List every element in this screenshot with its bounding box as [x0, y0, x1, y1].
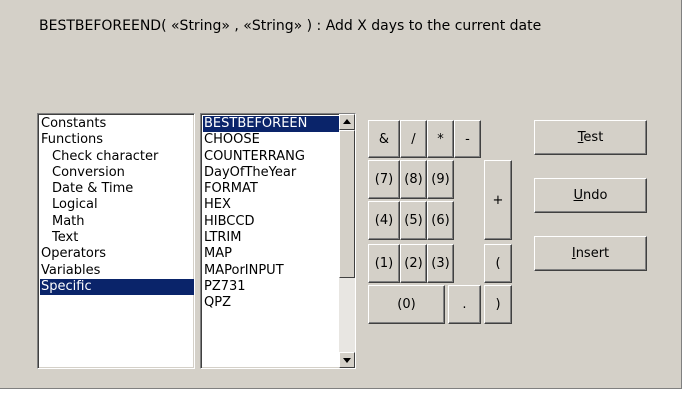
key-minus[interactable]: -	[454, 120, 481, 158]
key-3[interactable]: (3)	[427, 244, 454, 283]
scroll-up-button[interactable]	[339, 114, 355, 130]
key-9[interactable]: (9)	[427, 160, 454, 199]
function-list[interactable]: BESTBEFOREEN CHOOSE COUNTERRANG DayOfTheYea…	[200, 113, 356, 369]
key-0[interactable]: (0)	[368, 285, 445, 324]
category-item[interactable]: Date & Time	[40, 181, 194, 197]
function-item[interactable]: HEX	[203, 197, 339, 213]
function-list-scrollbar[interactable]	[339, 114, 355, 368]
function-item[interactable]: BESTBEFOREEN	[203, 116, 339, 133]
key-6[interactable]: (6)	[427, 201, 454, 240]
key-ampersand[interactable]: &	[368, 120, 400, 158]
function-item[interactable]: DayOfTheYear	[203, 165, 339, 181]
category-item[interactable]: Functions	[40, 132, 194, 148]
expression-builder-panel: BESTBEFOREEND( «String» , «String» ) : A…	[0, 0, 682, 389]
key-decimal-point[interactable]: .	[448, 285, 481, 324]
category-list[interactable]: Constants Functions Check character Convers…	[37, 113, 195, 369]
key-4[interactable]: (4)	[368, 201, 400, 240]
key-1[interactable]: (1)	[368, 244, 400, 283]
function-item[interactable]: QPZ	[203, 295, 339, 311]
function-item[interactable]: LTRIM	[203, 230, 339, 246]
scroll-down-button[interactable]	[339, 352, 355, 368]
undo-button[interactable]: Undo	[534, 178, 647, 213]
key-2[interactable]: (2)	[400, 244, 427, 283]
category-item[interactable]: Check character	[40, 149, 194, 165]
triangle-up-icon	[343, 119, 351, 124]
category-list-items: Constants Functions Check character Convers…	[38, 114, 194, 296]
function-item[interactable]: CHOOSE	[203, 132, 339, 148]
key-8[interactable]: (8)	[400, 160, 427, 199]
category-item[interactable]: Math	[40, 214, 194, 230]
key-divide[interactable]: /	[400, 120, 427, 158]
key-7[interactable]: (7)	[368, 160, 400, 199]
function-item[interactable]: COUNTERRANG	[203, 149, 339, 165]
category-item[interactable]: Conversion	[40, 165, 194, 181]
key-left-paren[interactable]: (	[484, 244, 512, 283]
category-item[interactable]: Constants	[40, 116, 194, 132]
key-right-paren[interactable]: )	[484, 285, 512, 324]
test-button[interactable]: Test	[534, 120, 647, 155]
key-multiply[interactable]: *	[427, 120, 454, 158]
insert-button[interactable]: Insert	[534, 236, 647, 271]
key-5[interactable]: (5)	[400, 201, 427, 240]
category-item[interactable]: Variables	[40, 263, 194, 279]
function-item[interactable]: MAPorINPUT	[203, 263, 339, 279]
category-item[interactable]: Operators	[40, 246, 194, 262]
key-plus[interactable]: +	[484, 160, 512, 240]
scroll-thumb[interactable]	[339, 130, 355, 278]
function-item[interactable]: PZ731	[203, 279, 339, 295]
category-item[interactable]: Logical	[40, 197, 194, 213]
function-list-items: BESTBEFOREEN CHOOSE COUNTERRANG DayOfTheYea…	[201, 114, 355, 312]
category-item[interactable]: Specific	[40, 278, 194, 296]
function-item[interactable]: HIBCCD	[203, 214, 339, 230]
function-signature-text: BESTBEFOREEND( «String» , «String» ) : A…	[39, 18, 542, 34]
function-item[interactable]: FORMAT	[203, 181, 339, 197]
triangle-down-icon	[343, 358, 351, 363]
category-item[interactable]: Text	[40, 230, 194, 246]
function-item[interactable]: MAP	[203, 246, 339, 262]
